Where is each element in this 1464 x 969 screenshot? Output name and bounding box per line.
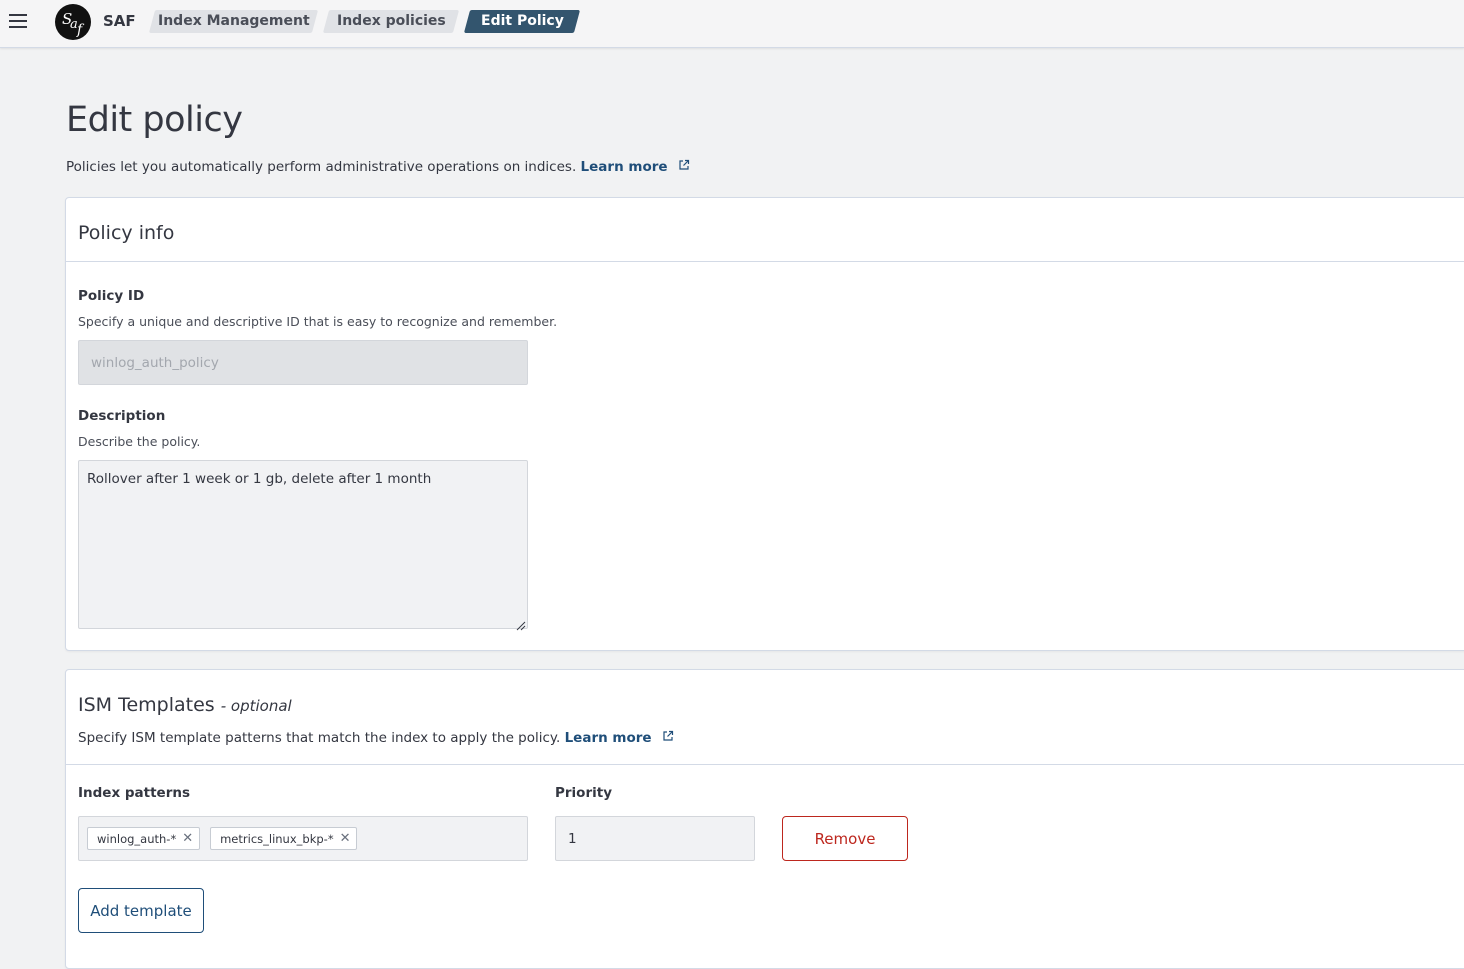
- breadcrumb-edit-policy: Edit Policy: [463, 10, 581, 33]
- external-link-icon[interactable]: [678, 159, 690, 175]
- priority-label: Priority: [555, 785, 612, 801]
- policy-id-input: [78, 340, 528, 385]
- index-patterns-label: Index patterns: [78, 785, 191, 801]
- panel-divider: [66, 764, 1464, 765]
- ism-templates-title-text: ISM Templates: [78, 694, 215, 716]
- app-name: SAF: [103, 12, 136, 30]
- policy-id-help: Specify a unique and descriptive ID that…: [78, 314, 558, 329]
- resize-handle-icon[interactable]: [516, 616, 526, 631]
- top-header: S a f SAF Index Management Index policie…: [0, 0, 1464, 48]
- ism-templates-help-text: Specify ISM template patterns that match…: [78, 730, 561, 746]
- chip-label: metrics_linux_bkp-*: [220, 831, 334, 846]
- chip-close-icon[interactable]: ✕: [182, 832, 193, 845]
- page-description-text: Policies let you automatically perform a…: [66, 159, 577, 175]
- priority-input[interactable]: [555, 816, 755, 861]
- external-link-icon[interactable]: [662, 730, 674, 746]
- page-description: Policies let you automatically perform a…: [66, 159, 690, 175]
- index-patterns-combobox[interactable]: winlog_auth-* ✕ metrics_linux_bkp-* ✕: [78, 816, 528, 861]
- ism-templates-help: Specify ISM template patterns that match…: [78, 730, 674, 746]
- description-textarea[interactable]: Rollover after 1 week or 1 gb, delete af…: [78, 460, 528, 629]
- breadcrumb-index-policies[interactable]: Index policies: [322, 10, 460, 33]
- remove-template-button[interactable]: Remove: [782, 816, 908, 861]
- saf-logo-icon[interactable]: S a f: [55, 4, 91, 40]
- chip-close-icon[interactable]: ✕: [340, 832, 351, 845]
- chip-label: winlog_auth-*: [97, 831, 177, 846]
- add-template-button[interactable]: Add template: [78, 888, 204, 933]
- optional-label: - optional: [220, 697, 292, 715]
- learn-more-link[interactable]: Learn more: [581, 159, 668, 175]
- description-help: Describe the policy.: [78, 434, 201, 449]
- policy-id-label: Policy ID: [78, 288, 145, 304]
- breadcrumb-index-management[interactable]: Index Management: [148, 10, 319, 33]
- page-title: Edit policy: [66, 100, 243, 140]
- ism-templates-panel: ISM Templates - optional Specify ISM tem…: [65, 669, 1464, 969]
- svg-text:f: f: [76, 22, 85, 38]
- hamburger-menu-icon[interactable]: [8, 10, 30, 32]
- ism-templates-title: ISM Templates - optional: [78, 694, 292, 716]
- index-pattern-chip: metrics_linux_bkp-* ✕: [210, 827, 358, 850]
- ism-learn-more-link[interactable]: Learn more: [565, 730, 652, 746]
- policy-info-title: Policy info: [78, 222, 175, 244]
- description-label: Description: [78, 408, 166, 424]
- panel-divider: [66, 261, 1464, 262]
- index-pattern-chip: winlog_auth-* ✕: [87, 827, 201, 850]
- policy-info-panel: Policy info Policy ID Specify a unique a…: [65, 197, 1464, 651]
